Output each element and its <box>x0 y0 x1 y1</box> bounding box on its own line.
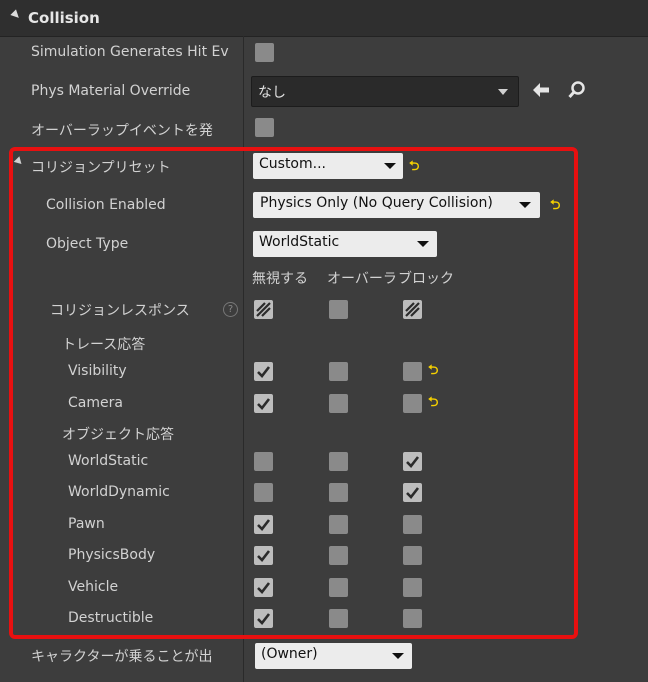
highlight-box <box>9 147 578 639</box>
magnifier-icon[interactable] <box>567 80 587 104</box>
character-step-label: キャラクターが乗ることが出 <box>31 649 213 665</box>
section-title: Collision <box>28 9 100 27</box>
phys-material-label: Phys Material Override <box>31 83 191 99</box>
sim-hit-label: Simulation Generates Hit Ev <box>31 44 229 60</box>
chevron-down-icon <box>392 653 404 659</box>
chevron-down-icon <box>498 89 508 95</box>
character-step-combo[interactable]: (Owner) <box>255 643 412 669</box>
phys-material-combo[interactable]: なし <box>251 76 519 107</box>
character-step-value: (Owner) <box>261 646 318 662</box>
overlap-label: オーバーラップイベントを発 <box>31 123 213 139</box>
arrow-left-icon[interactable] <box>531 80 551 104</box>
collision-section-header[interactable]: Collision <box>0 0 648 37</box>
overlap-checkbox[interactable] <box>255 118 274 137</box>
collapse-triangle-icon[interactable] <box>10 9 22 21</box>
sim-hit-checkbox[interactable] <box>255 43 274 62</box>
phys-material-value: なし <box>258 85 286 101</box>
